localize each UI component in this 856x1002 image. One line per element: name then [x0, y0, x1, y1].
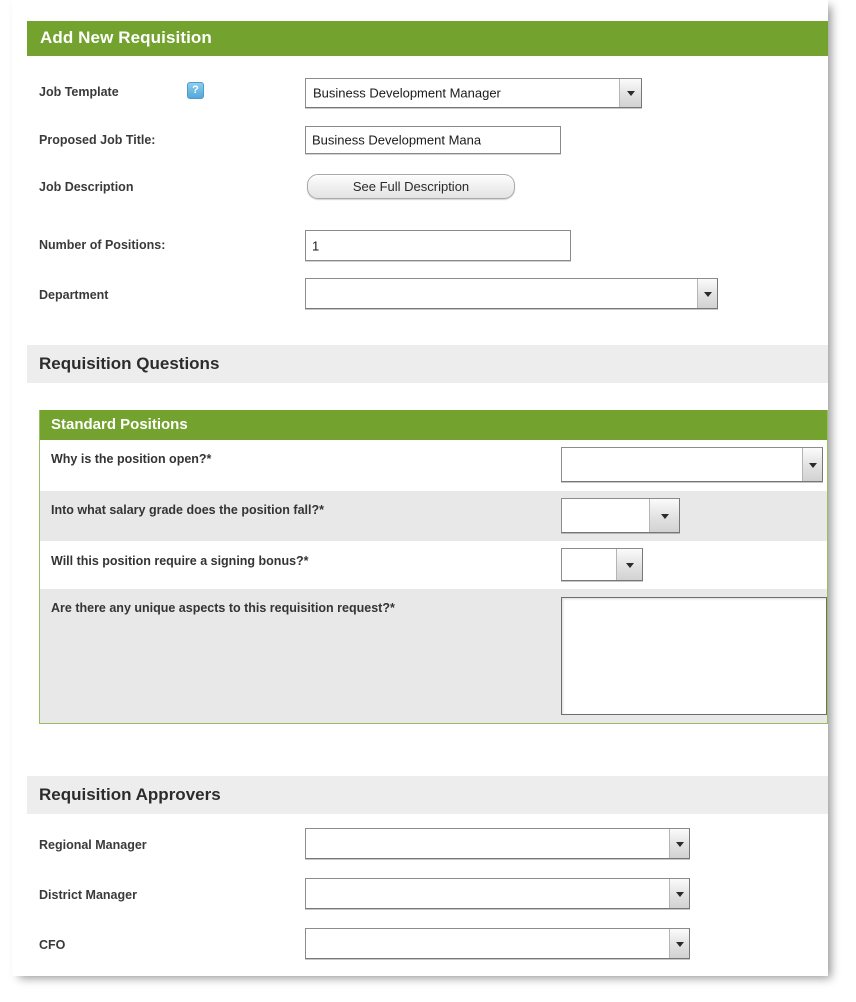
department-select[interactable]	[305, 278, 718, 309]
signing-bonus-select[interactable]	[561, 548, 643, 581]
number-of-positions-value: 1	[312, 238, 320, 253]
job-template-label: Job Template	[39, 85, 119, 99]
regional-manager-label: Regional Manager	[39, 838, 147, 852]
standard-positions-panel: Standard Positions Why is the position o…	[39, 410, 828, 724]
chevron-down-icon	[802, 448, 822, 481]
standard-positions-title: Standard Positions	[51, 416, 188, 433]
job-template-select[interactable]: Business Development Manager	[305, 78, 642, 108]
department-label: Department	[39, 288, 109, 302]
requisition-page: Add New Requisition Job Template ? Busin…	[12, 0, 828, 976]
number-of-positions-label: Number of Positions:	[39, 238, 166, 252]
proposed-job-title-input[interactable]: Business Development Mana	[305, 126, 561, 154]
number-of-positions-input[interactable]: 1	[305, 230, 571, 261]
question-label-signing-bonus: Will this position require a signing bon…	[51, 554, 309, 568]
requisition-approvers-title: Requisition Approvers	[39, 785, 221, 804]
position-open-select[interactable]	[561, 447, 823, 482]
salary-grade-select[interactable]	[561, 498, 680, 533]
question-row-position-open: Why is the position open?*	[40, 440, 827, 491]
help-icon[interactable]: ?	[187, 82, 204, 99]
chevron-down-icon	[669, 879, 689, 908]
question-label-unique-aspects: Are there any unique aspects to this req…	[51, 601, 395, 615]
question-row-signing-bonus: Will this position require a signing bon…	[40, 542, 827, 589]
standard-positions-header: Standard Positions	[40, 410, 827, 440]
cfo-select[interactable]	[305, 928, 690, 959]
requisition-questions-title: Requisition Questions	[39, 354, 220, 373]
approver-row-cfo: CFO	[27, 918, 828, 968]
form-row-number-of-positions: Number of Positions: 1	[27, 214, 828, 266]
requisition-form: Job Template ? Business Development Mana…	[27, 70, 828, 318]
chevron-down-icon	[697, 279, 717, 308]
requisition-questions-band: Requisition Questions	[27, 345, 828, 383]
form-row-department: Department	[27, 266, 828, 318]
form-row-job-description: Job Description See Full Description	[27, 166, 828, 214]
form-row-job-template: Job Template ? Business Development Mana…	[27, 70, 828, 118]
job-template-select-value: Business Development Manager	[313, 85, 501, 101]
page-title: Add New Requisition	[40, 28, 212, 47]
page-title-bar: Add New Requisition	[27, 21, 828, 56]
chevron-down-icon	[669, 829, 689, 858]
chevron-down-icon	[669, 929, 689, 958]
approvers-form: Regional Manager District Manager CFO	[27, 818, 828, 968]
district-manager-label: District Manager	[39, 888, 137, 902]
job-description-label: Job Description	[39, 180, 134, 194]
proposed-job-title-value: Business Development Mana	[312, 132, 482, 148]
chevron-down-icon	[616, 549, 642, 580]
approver-row-district-manager: District Manager	[27, 868, 828, 918]
chevron-down-icon	[619, 79, 641, 107]
unique-aspects-textarea[interactable]	[561, 597, 827, 715]
form-row-proposed-job-title: Proposed Job Title: Business Development…	[27, 118, 828, 166]
question-row-salary-grade: Into what salary grade does the position…	[40, 491, 827, 542]
approver-row-regional-manager: Regional Manager	[27, 818, 828, 868]
see-full-description-button[interactable]: See Full Description	[307, 174, 515, 199]
requisition-approvers-band: Requisition Approvers	[27, 776, 828, 814]
question-label-position-open: Why is the position open?*	[51, 452, 212, 466]
question-row-unique-aspects: Are there any unique aspects to this req…	[40, 589, 827, 723]
regional-manager-select[interactable]	[305, 828, 690, 859]
chevron-down-icon	[649, 499, 679, 532]
question-label-salary-grade: Into what salary grade does the position…	[51, 503, 324, 517]
district-manager-select[interactable]	[305, 878, 690, 909]
cfo-label: CFO	[39, 938, 66, 952]
proposed-job-title-label: Proposed Job Title:	[39, 133, 156, 147]
